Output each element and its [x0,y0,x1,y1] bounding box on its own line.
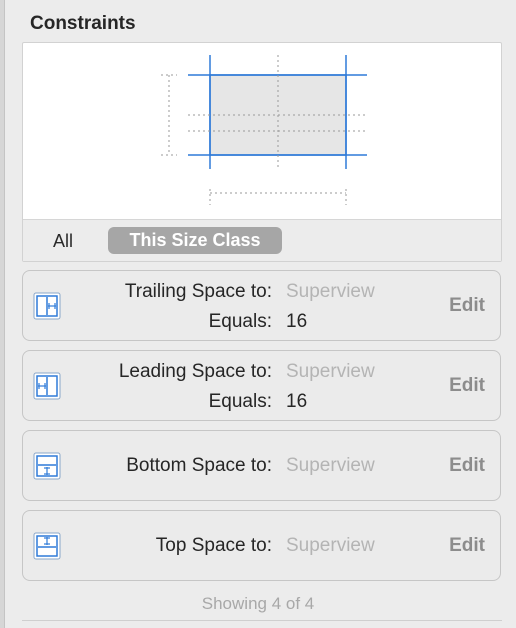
constraint-label: Trailing Space to: [124,281,272,302]
constraint-label: Bottom Space to: [126,455,272,476]
edit-button[interactable]: Edit [449,535,485,557]
constraint-target-field[interactable]: Superview [286,361,375,383]
constraint-label: Top Space to: [155,535,272,556]
constraint-card-trailing[interactable]: Trailing Space to: Superview Equals: 16 … [22,270,501,341]
edit-button[interactable]: Edit [449,295,485,317]
constraint-count-status: Showing 4 of 4 [201,594,315,613]
constraint-card-leading[interactable]: Leading Space to: Superview Equals: 16 E… [22,350,501,421]
bottom-space-icon [33,452,61,480]
section-title: Constraints [30,13,136,34]
constraint-diagram-graphic [161,55,367,205]
constraint-target-field[interactable]: Superview [286,535,375,557]
equals-label: Equals: [208,311,272,332]
constraint-target-field[interactable]: Superview [286,455,375,477]
trailing-space-icon [33,292,61,320]
footer-divider [22,620,502,621]
size-class-scope-bar: All This Size Class [23,219,501,261]
equals-value-field[interactable]: 16 [286,391,307,413]
equals-value-field[interactable]: 16 [286,311,307,333]
constraint-card-top[interactable]: Top Space to: Superview Edit [22,510,501,581]
top-space-icon [33,532,61,560]
leading-space-icon [33,372,61,400]
edit-button[interactable]: Edit [449,455,485,477]
constraint-diagram: All This Size Class [22,42,502,262]
constraint-target-field[interactable]: Superview [286,281,375,303]
scope-all-tab[interactable]: All [53,231,73,252]
edit-button[interactable]: Edit [449,375,485,397]
constraint-label: Leading Space to: [118,361,272,382]
constraint-card-bottom[interactable]: Bottom Space to: Superview Edit [22,430,501,501]
scope-size-class-tab[interactable]: This Size Class [108,227,282,254]
panel-left-edge [0,0,5,628]
equals-label: Equals: [208,391,272,412]
